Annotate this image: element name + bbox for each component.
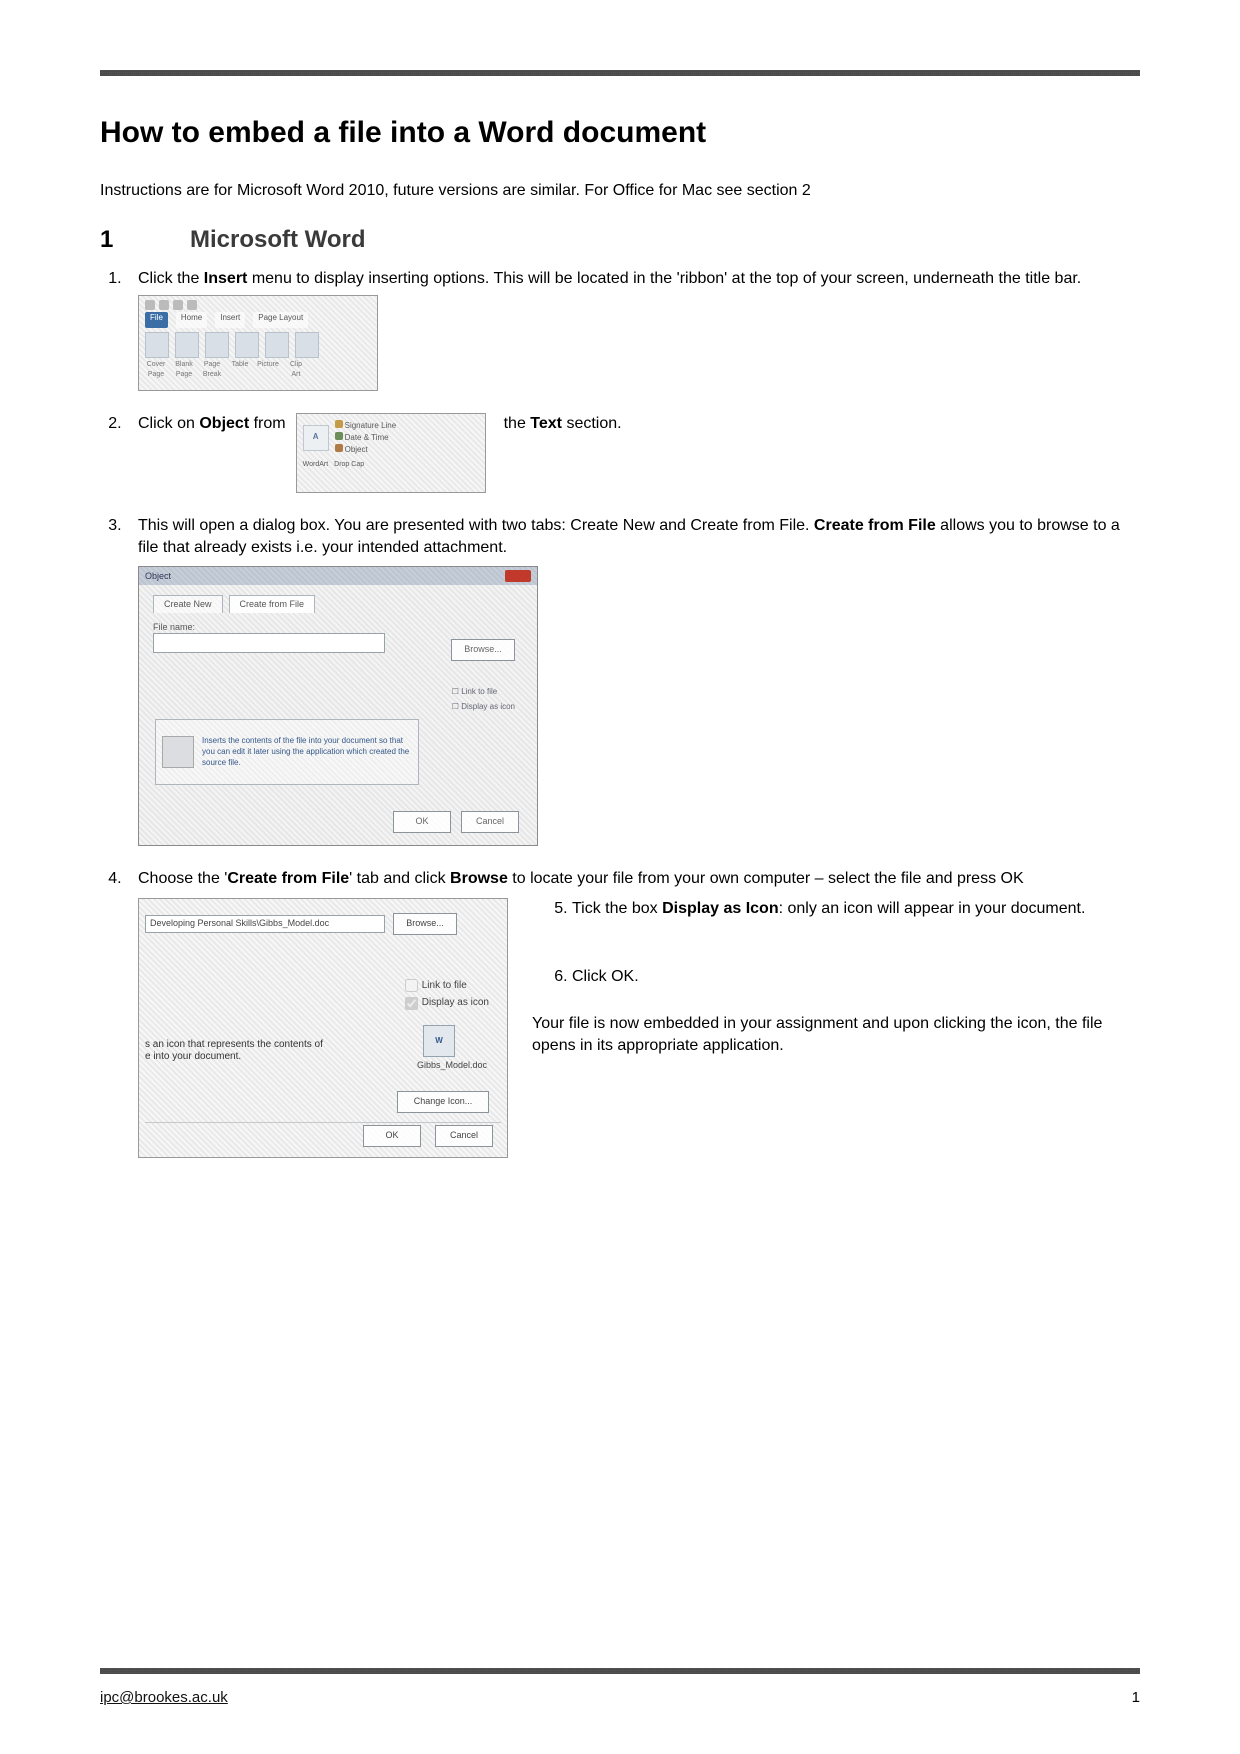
section-title: Microsoft Word	[190, 226, 366, 254]
result-box: Inserts the contents of the file into yo…	[155, 719, 419, 785]
browse-button: Browse...	[451, 639, 515, 661]
tab-create-new: Create New	[153, 595, 223, 612]
step-4: Choose the 'Create from File' tab and cl…	[126, 868, 1140, 1158]
footer-page-number: 1	[1132, 1689, 1140, 1706]
text-section-screenshot: A Signature Line Date & Time Object Word…	[296, 413, 486, 493]
ribbon-icon	[175, 332, 199, 358]
ribbon-icon	[235, 332, 259, 358]
browse-button: Browse...	[393, 913, 457, 935]
ribbon-tab-file: File	[145, 312, 168, 328]
step-6: Click OK.	[572, 966, 1140, 988]
bottom-rule	[100, 1668, 1140, 1674]
create-from-file-dialog-screenshot: Developing Personal Skills\Gibbs_Model.d…	[138, 898, 508, 1158]
section-heading: 1 Microsoft Word	[100, 226, 1140, 254]
file-path-input: Developing Personal Skills\Gibbs_Model.d…	[145, 915, 385, 933]
ribbon-icon	[145, 332, 169, 358]
steps-list-right: Tick the box Display as Icon: only an ic…	[532, 898, 1140, 987]
display-as-icon-checkbox: Display as icon	[405, 996, 489, 1010]
ribbon-tab-home: Home	[176, 312, 207, 328]
steps-list: Click the Insert menu to display inserti…	[100, 268, 1140, 1158]
wordart-icon: A	[303, 425, 329, 451]
change-icon-button: Change Icon...	[397, 1091, 489, 1113]
cancel-button: Cancel	[461, 811, 519, 833]
ribbon-icon	[265, 332, 289, 358]
section-number: 1	[100, 226, 190, 254]
word-file-icon	[423, 1025, 455, 1057]
outro-paragraph: Your file is now embedded in your assign…	[532, 1013, 1140, 1056]
ok-button: OK	[363, 1125, 421, 1147]
ribbon-screenshot: File Home Insert Page Layout Cover Page …	[138, 295, 378, 391]
intro-paragraph: Instructions are for Microsoft Word 2010…	[100, 180, 1140, 202]
ok-button: OK	[393, 811, 451, 833]
file-name-input	[153, 633, 385, 653]
dialog-title: Object	[145, 570, 171, 582]
dialog-checkboxes: ☐ Link to file ☐ Display as icon	[452, 687, 515, 717]
ribbon-icon	[205, 332, 229, 358]
step-2: Click on Object from A Signature Line Da…	[126, 413, 1140, 493]
page-title: How to embed a file into a Word document	[100, 116, 1140, 150]
object-dialog-screenshot: Object Create New Create from File File …	[138, 566, 538, 846]
ribbon-tab-insert: Insert	[215, 312, 245, 328]
top-rule	[100, 70, 1140, 76]
step-1: Click the Insert menu to display inserti…	[126, 268, 1140, 392]
file-name-label: File name:	[153, 621, 523, 633]
tab-create-from-file: Create from File	[229, 595, 316, 612]
result-note: s an icon that represents the contents o…	[145, 1039, 345, 1063]
ribbon-icon	[295, 332, 319, 358]
close-icon	[505, 570, 531, 582]
link-to-file-checkbox: Link to file	[405, 979, 489, 993]
step-5: Tick the box Display as Icon: only an ic…	[572, 898, 1140, 920]
footer-email-link[interactable]: ipc@brookes.ac.uk	[100, 1689, 228, 1706]
ribbon-tab-pagelayout: Page Layout	[253, 312, 308, 328]
result-thumb-icon	[162, 736, 194, 768]
page-footer: ipc@brookes.ac.uk 1	[100, 1689, 1140, 1706]
step-3: This will open a dialog box. You are pre…	[126, 515, 1140, 846]
cancel-button: Cancel	[435, 1125, 493, 1147]
icon-filename: Gibbs_Model.doc	[417, 1059, 487, 1071]
step1-bold: Insert	[204, 270, 248, 287]
